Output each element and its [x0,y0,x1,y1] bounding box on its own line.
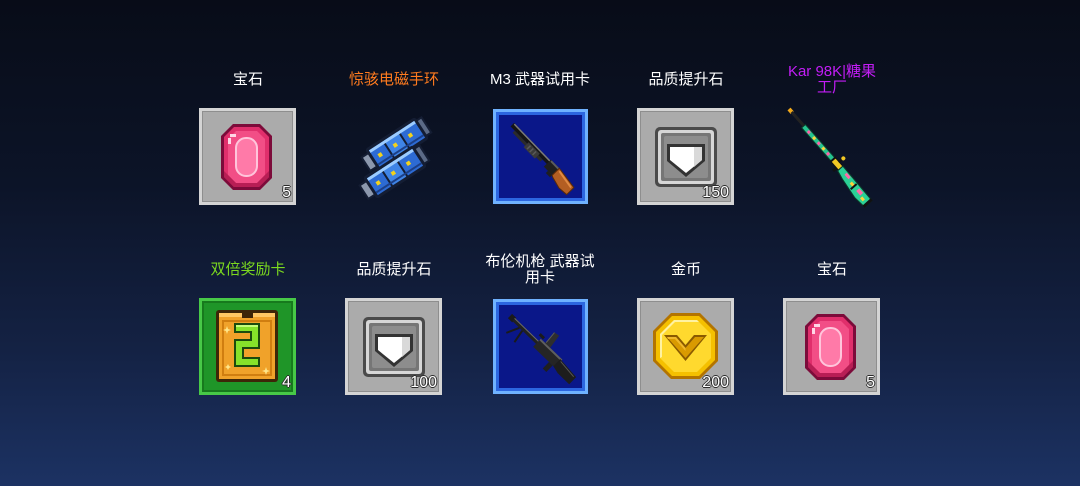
machine-gun-icon [505,313,577,385]
reward-item-gauntlets[interactable]: 惊骇电磁手环 [321,62,467,212]
item-label-wrap: 宝石 [175,62,321,98]
item-label: 双倍奖励卡 [210,261,286,278]
item-label: 惊骇电磁手环 [348,71,439,88]
item-frame: 5 [199,108,296,205]
reward-item-quality-stone[interactable]: 品质提升石 100 [321,252,467,402]
item-label: 品质提升石 [356,261,432,278]
item-label-wrap: M3 武器试用卡 [467,62,613,98]
gauntlet-icon [358,116,433,201]
item-count: 5 [282,184,291,201]
item-frame [345,108,442,205]
item-label-wrap: 惊骇电磁手环 [321,62,467,98]
reward-item-gold-coin[interactable]: 金币 200 [613,252,759,402]
item-label-wrap: 宝石 [759,252,905,288]
item-label-wrap: Kar 98K|糖果工厂 [759,62,905,98]
item-frame [783,104,880,210]
reward-item-quality-stone[interactable]: 品质提升石 150 [613,62,759,212]
item-label: Kar 98K|糖果工厂 [787,63,877,96]
item-count: 5 [866,374,875,391]
item-frame: 5 [783,298,880,395]
item-label: 品质提升石 [648,71,724,88]
item-label: 宝石 [232,71,263,88]
reward-item-gem[interactable]: 宝石 5 [759,252,905,402]
item-count: 150 [702,184,729,201]
item-frame: 200 [637,298,734,395]
item-label: M3 武器试用卡 [489,71,590,88]
item-frame [493,299,588,394]
reward-item-gem[interactable]: 宝石 5 [175,62,321,212]
item-label-wrap: 品质提升石 [321,252,467,288]
double-reward-card-icon [216,310,278,382]
item-frame: 100 [345,298,442,395]
reward-item-kar98k[interactable]: Kar 98K|糖果工厂 [759,62,905,212]
rifle-icon [787,107,873,208]
reward-item-m3-trial-card[interactable]: M3 武器试用卡 [467,62,613,212]
item-frame: 4 [199,298,296,395]
item-frame [493,109,588,204]
item-label: 宝石 [816,261,847,278]
item-count: 200 [702,374,729,391]
reward-item-bren-trial-card[interactable]: 布伦机枪 武器试用卡 [467,252,613,402]
item-label-wrap: 品质提升石 [613,62,759,98]
pink-gem-icon [805,314,856,380]
item-label: 金币 [670,261,701,278]
item-label-wrap: 双倍奖励卡 [175,252,321,288]
reward-grid: 宝石 5 惊骇电磁手环 M3 武器试用卡 品质提升石 150 Kar 98K|糖… [0,0,1080,486]
item-label-wrap: 布伦机枪 武器试用卡 [467,252,613,288]
reward-item-double-card[interactable]: 双倍奖励卡 4 [175,252,321,402]
item-frame: 150 [637,108,734,205]
item-count: 4 [282,374,291,391]
item-count: 100 [410,374,437,391]
item-label: 布伦机枪 武器试用卡 [485,253,595,286]
item-label-wrap: 金币 [613,252,759,288]
shotgun-icon [510,122,575,196]
pink-gem-icon [221,124,272,190]
